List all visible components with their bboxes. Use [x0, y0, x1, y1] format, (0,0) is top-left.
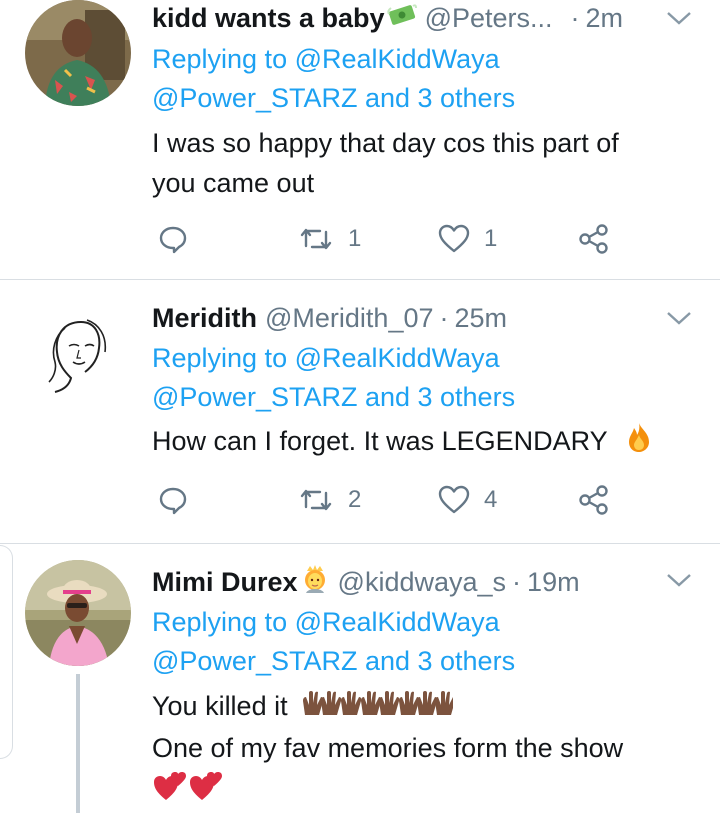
- reply-button[interactable]: [158, 222, 188, 256]
- author-handle[interactable]: @Meridith_07: [265, 303, 434, 334]
- timestamp[interactable]: 2m: [586, 3, 624, 34]
- fire-emoji: [625, 421, 653, 464]
- chevron-down-icon[interactable]: [664, 570, 694, 590]
- thread-line: [76, 674, 80, 813]
- replying-prefix: Replying to: [152, 607, 288, 637]
- tweet-actions: 1 1: [150, 222, 630, 256]
- like-button[interactable]: 4: [438, 483, 497, 517]
- avatar-image: [48, 319, 107, 393]
- author-name[interactable]: Meridith: [152, 303, 257, 334]
- chevron-down-icon[interactable]: [664, 8, 694, 28]
- chevron-down-icon[interactable]: [664, 308, 694, 328]
- author-handle[interactable]: @Peters...: [425, 3, 553, 34]
- author-name[interactable]: Mimi Durex: [152, 567, 298, 598]
- tweet-divider: [0, 543, 720, 544]
- tweet-text-line: you came out: [152, 168, 315, 198]
- tweet-text-line: You killed it: [152, 691, 288, 721]
- tweet-actions: 2 4: [150, 483, 630, 517]
- timestamp[interactable]: 19m: [527, 567, 580, 598]
- replying-others[interactable]: @Power_STARZ and 3 others: [152, 642, 515, 681]
- princess-emoji: [300, 563, 330, 602]
- timestamp[interactable]: 25m: [455, 303, 508, 334]
- like-count: 1: [484, 225, 498, 252]
- tweet-text-line: One of my fav memories form the show: [152, 733, 624, 764]
- tweet-text: You killed it One of my fav memories for…: [152, 686, 692, 813]
- heart-icon: [438, 485, 470, 514]
- money-with-wings-emoji: [386, 2, 417, 35]
- replying-to: Replying to @RealKiddWaya: [152, 339, 500, 378]
- replying-to: Replying to @RealKiddWaya: [152, 40, 500, 79]
- tweet-1[interactable]: kidd wants a baby @Peters... · 2m Replyi…: [0, 0, 720, 279]
- mention-link[interactable]: @RealKiddWaya: [295, 44, 500, 74]
- tweet-text: How can I forget. It was LEGENDARY: [152, 421, 692, 464]
- tweet-text: I was so happy that day cos this part of…: [152, 123, 692, 203]
- raising-hands-emoji: [301, 687, 456, 728]
- separator-dot: ·: [512, 566, 522, 597]
- share-button[interactable]: [578, 222, 610, 256]
- tweet-header: kidd wants a baby @Peters... · 2m: [152, 0, 623, 36]
- separator-dot: ·: [439, 302, 449, 333]
- reply-button[interactable]: [158, 483, 188, 517]
- separator-dot: ·: [570, 2, 580, 33]
- mention-link[interactable]: @RealKiddWaya: [295, 343, 500, 373]
- retweet-button[interactable]: 1: [298, 222, 361, 256]
- replying-others[interactable]: @Power_STARZ and 3 others: [152, 79, 515, 118]
- share-icon: [579, 224, 608, 254]
- author-name[interactable]: kidd wants a baby: [152, 3, 385, 34]
- avatar[interactable]: [25, 560, 131, 666]
- author-handle[interactable]: @kiddwaya_s: [338, 567, 507, 598]
- avatar-image: [25, 560, 131, 666]
- tweet-text-line: How can I forget. It was LEGENDARY: [152, 426, 608, 456]
- replying-prefix: Replying to: [152, 343, 288, 373]
- retweet-count: 1: [348, 225, 362, 252]
- avatar[interactable]: [25, 0, 131, 106]
- avatar[interactable]: [25, 300, 131, 406]
- share-button[interactable]: [578, 483, 610, 517]
- like-button[interactable]: 1: [438, 222, 497, 256]
- retweet-icon: [300, 489, 332, 511]
- like-count: 4: [484, 486, 498, 513]
- retweet-count: 2: [348, 486, 362, 513]
- replying-prefix: Replying to: [152, 44, 288, 74]
- mention-link[interactable]: @RealKiddWaya: [295, 607, 500, 637]
- tweet-text-line: I was so happy that day cos this part of: [152, 128, 619, 158]
- retweet-icon: [300, 228, 332, 250]
- retweet-button[interactable]: 2: [298, 483, 361, 517]
- tweet-divider: [0, 279, 720, 280]
- tweet-header: Mimi Durex @kiddwaya_s · 19m: [152, 564, 580, 600]
- replying-others[interactable]: @Power_STARZ and 3 others: [152, 378, 515, 417]
- tweet-3[interactable]: Mimi Durex @kiddwaya_s · 19m Replying to…: [0, 560, 720, 813]
- two-hearts-emoji: [152, 770, 692, 813]
- share-icon: [579, 485, 608, 515]
- avatar-image: [25, 0, 131, 106]
- tweet-header: Meridith @Meridith_07 · 25m: [152, 300, 507, 336]
- reply-icon: [159, 487, 187, 515]
- reply-icon: [159, 226, 187, 254]
- replying-to: Replying to @RealKiddWaya: [152, 603, 500, 642]
- tweet-2[interactable]: Meridith @Meridith_07 · 25m Replying to …: [0, 300, 720, 540]
- heart-icon: [438, 224, 470, 253]
